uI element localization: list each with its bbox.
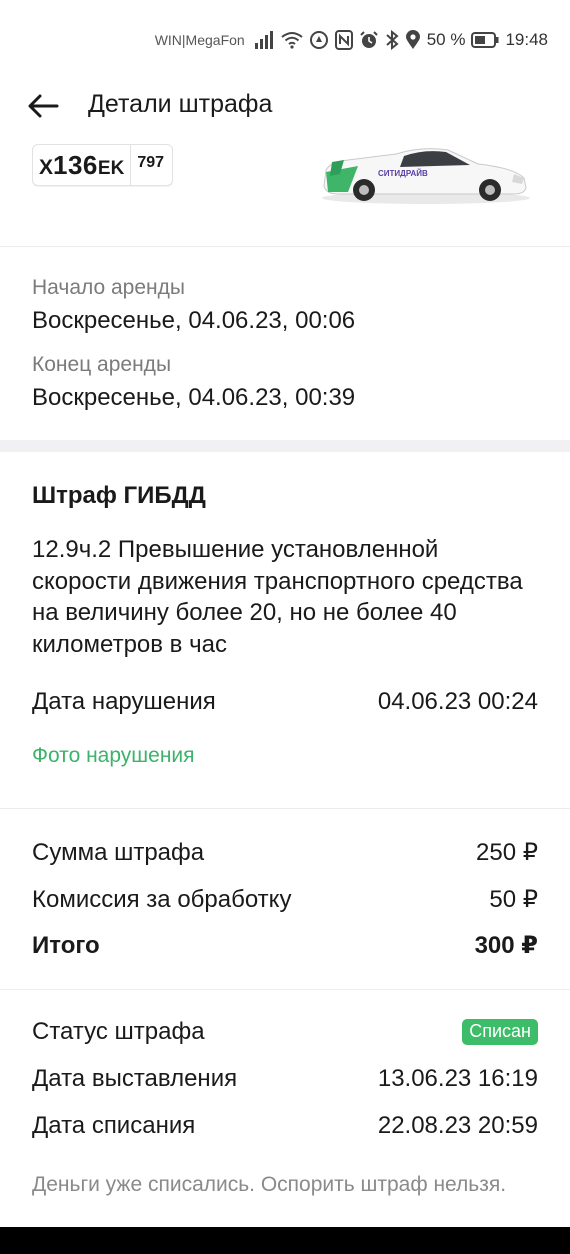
charged-date-row: Дата списания 22.08.23 20:59 xyxy=(32,1112,538,1140)
total-value: 300 ₽ xyxy=(474,932,538,959)
issued-date-row: Дата выставления 13.06.23 16:19 xyxy=(32,1065,538,1093)
dispute-note: Деньги уже списались. Оспорить штраф нел… xyxy=(32,1173,507,1196)
commission-value: 50 ₽ xyxy=(489,886,538,913)
issued-date-value: 13.06.23 16:19 xyxy=(377,1065,538,1092)
divider xyxy=(0,246,570,247)
plate-series: EK xyxy=(97,158,125,179)
alarm-icon xyxy=(359,30,379,50)
status-bar-right: WIN|MegaFon 50 % 19:48 xyxy=(155,28,548,52)
page-title: Детали штрафа xyxy=(88,90,273,118)
total-label: Итого xyxy=(32,931,100,959)
violation-date-row: Дата нарушения 04.06.23 00:24 xyxy=(32,688,538,716)
fine-amount-label: Сумма штрафа xyxy=(32,838,205,866)
arrow-left-icon xyxy=(28,94,59,118)
fine-title: Штраф ГИБДД xyxy=(32,482,206,509)
total-row: Итого 300 ₽ xyxy=(32,931,538,960)
fine-status-row: Статус штрафа Списан xyxy=(32,1018,538,1046)
plate-region: 797 xyxy=(137,154,165,171)
charged-date-label: Дата списания xyxy=(32,1112,196,1139)
divider xyxy=(0,808,570,809)
car-brand-text: СИТИДРАЙВ xyxy=(378,169,428,178)
rental-end-label: Конец аренды xyxy=(32,353,172,376)
violation-date-value: 04.06.23 00:24 xyxy=(377,688,538,715)
fine-amount-value: 250 ₽ xyxy=(476,839,538,866)
battery-percent: 50 % xyxy=(426,30,466,49)
plate-main: X 136 EK xyxy=(33,145,132,185)
fine-amount-row: Сумма штрафа 250 ₽ xyxy=(32,838,538,867)
nfc-icon xyxy=(334,30,353,50)
system-nav-bar xyxy=(0,1227,570,1254)
back-button[interactable] xyxy=(26,88,62,124)
data-saver-icon xyxy=(309,30,329,50)
charged-date-value: 22.08.23 20:59 xyxy=(377,1112,538,1139)
plate-letter: X xyxy=(39,156,54,179)
divider xyxy=(0,989,570,990)
location-icon xyxy=(405,30,421,50)
fine-description: 12.9ч.2 Превышение установленной скорост… xyxy=(32,536,523,658)
status-badge: Списан xyxy=(462,1019,538,1045)
rental-end-value: Воскресенье, 04.06.23, 00:39 xyxy=(32,384,356,411)
plate-number: 136 xyxy=(53,150,98,180)
license-plate: X 136 EK 797 xyxy=(32,144,174,186)
bluetooth-icon xyxy=(385,30,399,50)
clock: 19:48 xyxy=(505,30,548,49)
violation-photo-link[interactable]: Фото нарушения xyxy=(32,744,195,768)
issued-date-label: Дата выставления xyxy=(32,1065,238,1092)
fine-status-label: Статус штрафа xyxy=(32,1018,205,1045)
wifi-icon xyxy=(281,31,303,49)
status-bar: WIN|MegaFon 50 % 19:48 xyxy=(0,0,570,80)
carrier-label: WIN|MegaFon xyxy=(154,32,245,48)
rental-start-value: Воскресенье, 04.06.23, 00:06 xyxy=(32,307,356,334)
violation-date-label: Дата нарушения xyxy=(32,688,216,715)
car-image: СИТИДРАЙВ xyxy=(322,148,530,204)
section-separator xyxy=(0,440,570,452)
commission-label: Комиссия за обработку xyxy=(32,885,292,913)
signal-icon xyxy=(254,31,275,49)
battery-icon xyxy=(471,32,499,48)
rental-start-label: Начало аренды xyxy=(32,276,185,299)
commission-row: Комиссия за обработку 50 ₽ xyxy=(32,885,538,914)
